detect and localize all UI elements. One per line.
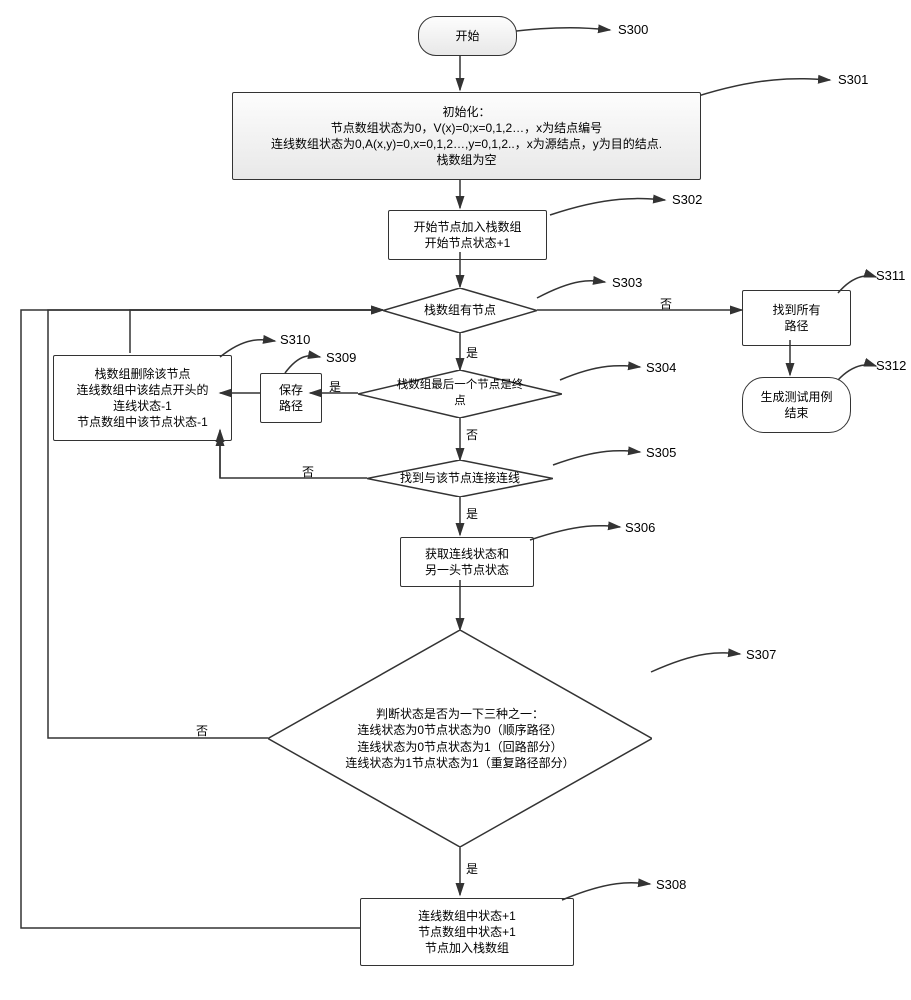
start-text: 开始 (455, 28, 479, 44)
found-all-l2: 路径 (784, 318, 808, 334)
remove-node-process: 栈数组删除该节点 连线数组中该结点开头的 连线状态-1 节点数组中该节点状态-1 (53, 355, 232, 441)
increment-state-process: 连线数组中状态+1 节点数组中状态+1 节点加入栈数组 (360, 898, 574, 966)
plus-l1: 连线数组中状态+1 (418, 908, 516, 924)
label-s309: S309 (326, 350, 356, 365)
remove-l1: 栈数组删除该节点 (94, 366, 190, 382)
remove-l4: 节点数组中该节点状态-1 (77, 414, 208, 430)
start-terminator: 开始 (418, 16, 517, 56)
init-process: 初始化： 节点数组状态为0，V(x)=0;x=0,1,2…，x为结点编号 连线数… (232, 92, 701, 180)
add-start-l2: 开始节点状态+1 (425, 235, 511, 251)
remove-l2: 连线数组中该结点开头的 (76, 382, 208, 398)
findlink-yes: 是 (466, 505, 478, 522)
label-s307: S307 (746, 647, 776, 662)
label-s305: S305 (646, 445, 676, 460)
end-terminator: 生成测试用例 结束 (742, 377, 851, 433)
add-start-node-process: 开始节点加入栈数组 开始节点状态+1 (388, 210, 547, 260)
stack-has-text: 栈数组有节点 (424, 303, 496, 317)
label-s304: S304 (646, 360, 676, 375)
label-s311: S311 (876, 268, 905, 283)
judge-l1: 判断状态是否为一下三种之一： (376, 707, 544, 721)
stack-yes: 是 (466, 344, 478, 361)
find-link-text: 找到与该节点连接连线 (400, 471, 520, 485)
label-s312: S312 (876, 358, 906, 373)
judge-l3: 连线状态为0节点状态为1（回路部分） (357, 740, 562, 754)
judge-yes: 是 (466, 860, 478, 877)
label-s310: S310 (280, 332, 310, 347)
get-state-l2: 另一头节点状态 (425, 562, 509, 578)
judge-state-decision: 判断状态是否为一下三种之一： 连线状态为0节点状态为0（顺序路径） 连线状态为0… (268, 630, 652, 847)
judge-l4: 连线状态为1节点状态为1（重复路径部分） (345, 756, 574, 770)
get-state-l1: 获取连线状态和 (425, 546, 509, 562)
save-path-process: 保存 路径 (260, 373, 322, 423)
gen-end-l2: 结束 (784, 405, 808, 421)
save-l2: 路径 (279, 398, 303, 414)
stack-has-node-decision: 栈数组有节点 (383, 288, 537, 333)
judge-l2: 连线状态为0节点状态为0（顺序路径） (357, 723, 562, 737)
remove-l3: 连线状态-1 (113, 398, 172, 414)
last-node-is-end-decision: 栈数组最后一个节点是终 点 (358, 370, 562, 418)
gen-end-l1: 生成测试用例 (760, 389, 832, 405)
get-state-process: 获取连线状态和 另一头节点状态 (400, 537, 534, 587)
add-start-l1: 开始节点加入栈数组 (413, 219, 521, 235)
found-all-paths-process: 找到所有 路径 (742, 290, 851, 346)
last-end-l2: 点 (454, 395, 466, 407)
plus-l2: 节点数组中状态+1 (418, 924, 516, 940)
label-s308: S308 (656, 877, 686, 892)
judge-no: 否 (196, 722, 208, 739)
label-s300: S300 (618, 22, 648, 37)
label-s301: S301 (838, 72, 868, 87)
found-all-l1: 找到所有 (772, 302, 820, 318)
plus-l3: 节点加入栈数组 (425, 940, 509, 956)
label-s303: S303 (612, 275, 642, 290)
stack-no: 否 (660, 295, 672, 312)
last-end-l1: 栈数组最后一个节点是终 (397, 379, 524, 391)
init-title: 初始化： (442, 104, 490, 120)
last-yes: 是 (329, 378, 341, 395)
findlink-no: 否 (302, 463, 314, 480)
last-no: 否 (466, 426, 478, 443)
init-line3: 栈数组为空 (436, 152, 496, 168)
save-l1: 保存 (279, 382, 303, 398)
label-s306: S306 (625, 520, 655, 535)
label-s302: S302 (672, 192, 702, 207)
init-line1: 节点数组状态为0，V(x)=0;x=0,1,2…，x为结点编号 (331, 120, 602, 136)
init-line2: 连线数组状态为0,A(x,y)=0,x=0,1,2…,y=0,1,2..，x为源… (271, 136, 662, 152)
find-link-decision: 找到与该节点连接连线 (367, 460, 553, 497)
